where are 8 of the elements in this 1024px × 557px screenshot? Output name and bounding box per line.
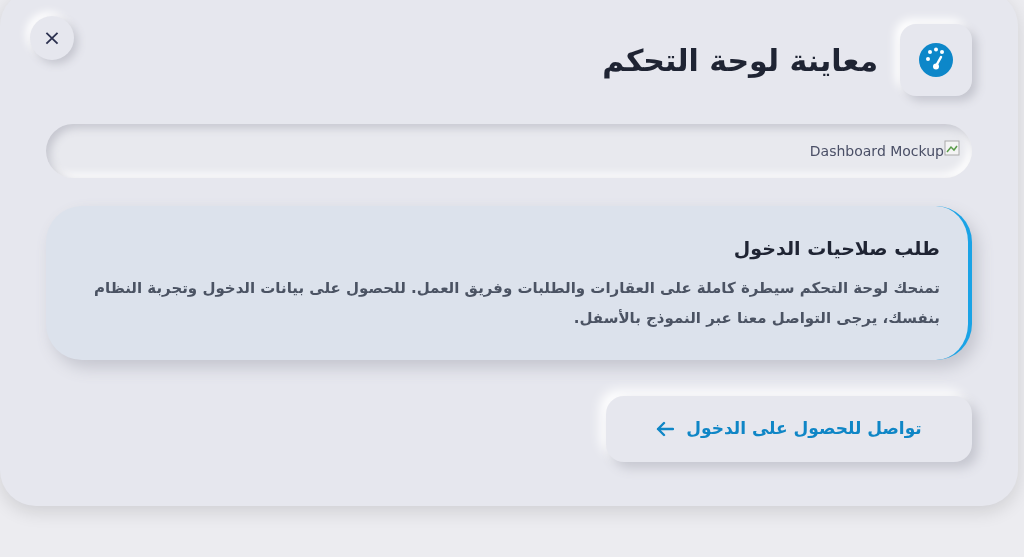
- broken-image-icon: [944, 140, 960, 156]
- image-alt-text: Dashboard Mockup: [809, 141, 944, 161]
- notice-text: تمنحك لوحة التحكم سيطرة كاملة على العقارات والطلبات وفريق العمل. للحصول على بيانات الدخول وتجربة النظام بنفسك، يرجى التواصل معنا عبر النموذج بالأسفل.: [93, 277, 940, 329]
- notice-title: طلب صلاحيات الدخول: [732, 236, 940, 262]
- modal-title: معاينة لوحة التحكم: [602, 41, 878, 81]
- gauge-icon: [918, 42, 954, 78]
- close-button[interactable]: ×: [30, 16, 74, 60]
- arrow-left-icon: [656, 421, 675, 437]
